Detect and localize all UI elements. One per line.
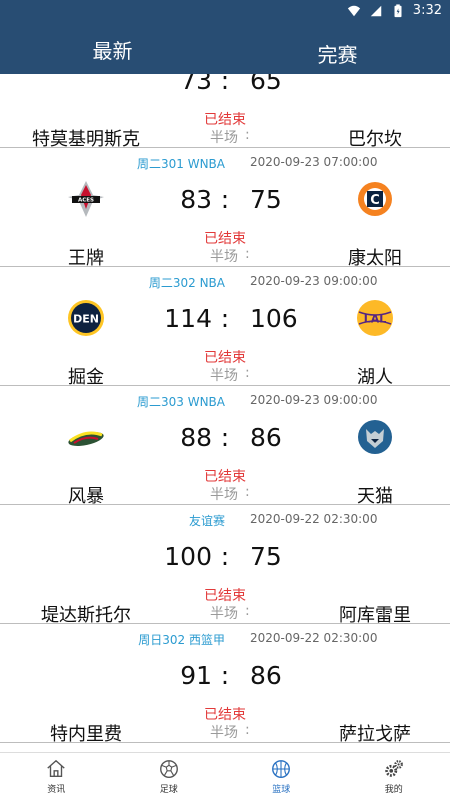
half-score: : <box>245 127 250 143</box>
home-team: 王牌 <box>68 248 104 269</box>
nav-mine[interactable]: 我的 <box>338 753 450 800</box>
away-team: 巴尔坎 <box>348 129 402 150</box>
away-score: 65 <box>250 74 282 95</box>
home-score: 83 <box>180 185 212 214</box>
match-row[interactable]: 友谊赛 2020-09-22 02:30:00 100 : 75 已结束 半场 … <box>0 506 450 626</box>
league-label: 周日302 西篮甲 <box>138 633 225 647</box>
score: 83 : 75 <box>0 185 450 217</box>
half-label: 半场 <box>210 249 238 265</box>
soccer-ball-icon <box>159 760 178 778</box>
match-datetime: 2020-09-22 02:30:00 <box>250 631 378 645</box>
league-label: 友谊赛 <box>188 514 225 528</box>
match-row[interactable]: 周日302 西篮甲 2020-09-22 02:30:00 91 : 86 已结… <box>0 625 450 745</box>
score: 114 : 106 <box>0 304 450 336</box>
half-label: 半场 <box>210 725 238 741</box>
half-label: 半场 <box>210 487 238 503</box>
tab-latest-label: 最新 <box>92 38 133 63</box>
home-score: 100 <box>164 542 212 571</box>
away-score: 86 <box>250 661 282 690</box>
tab-latest[interactable]: 最新 <box>0 24 225 74</box>
tab-finished-label: 完赛 <box>317 42 358 67</box>
home-team: 掘金 <box>68 367 104 388</box>
score: 73 : 65 <box>0 74 450 98</box>
top-tab-bar: 最新 完赛 <box>0 24 450 74</box>
league-label: 周二303 WNBA <box>136 395 225 409</box>
score: 91 : 86 <box>0 661 450 693</box>
status-time: 3:32 <box>412 3 442 18</box>
match-row[interactable]: 周二302 NBA 2020-09-23 09:00:00 DEN LAL 11… <box>0 268 450 388</box>
half-score: : <box>245 603 250 619</box>
away-score: 86 <box>250 423 282 452</box>
match-row[interactable]: 周二301 WNBA 2020-09-23 07:00:00 ACES C 83… <box>0 149 450 269</box>
nav-mine-label: 我的 <box>384 785 403 795</box>
league-label: 周二301 WNBA <box>136 157 225 171</box>
home-score: 88 <box>180 423 212 452</box>
half-score: : <box>245 365 250 381</box>
match-row[interactable]: 73 : 65 已结束 半场 : 特莫基明斯克 巴尔坎 <box>0 74 450 150</box>
home-team: 风暴 <box>68 486 104 507</box>
status-bar: 3:32 <box>0 0 450 24</box>
home-score: 114 <box>164 304 212 333</box>
nav-basketball[interactable]: 篮球 <box>225 753 338 800</box>
home-score: 91 <box>180 661 212 690</box>
score-separator: : <box>220 304 230 333</box>
away-score: 75 <box>250 542 282 571</box>
nav-basketball-label: 篮球 <box>272 785 291 795</box>
signal-icon <box>370 5 382 16</box>
wifi-icon <box>347 5 360 16</box>
nav-news-label: 资讯 <box>47 785 66 795</box>
home-team: 特内里费 <box>50 724 122 745</box>
match-datetime: 2020-09-23 09:00:00 <box>250 393 378 407</box>
away-team: 阿库雷里 <box>339 605 411 626</box>
match-row[interactable]: 周二303 WNBA 2020-09-23 09:00:00 88 : 86 已… <box>0 387 450 507</box>
score-separator: : <box>220 542 230 571</box>
match-datetime: 2020-09-23 07:00:00 <box>250 155 378 169</box>
away-score: 75 <box>250 185 282 214</box>
score-separator: : <box>220 74 230 95</box>
away-score: 106 <box>250 304 298 333</box>
nav-football-label: 足球 <box>159 785 178 795</box>
half-score: : <box>245 246 250 262</box>
gears-icon <box>385 760 403 777</box>
score-separator: : <box>220 661 230 690</box>
half-score: : <box>245 722 250 738</box>
match-datetime: 2020-09-23 09:00:00 <box>250 274 378 288</box>
league-label: 周二302 NBA <box>148 276 225 290</box>
home-team: 特莫基明斯克 <box>32 129 140 150</box>
away-team: 康太阳 <box>348 248 402 269</box>
bottom-nav: 资讯 足球 篮球 我的 <box>0 752 450 800</box>
home-icon <box>47 759 65 778</box>
match-list[interactable]: 73 : 65 已结束 半场 : 特莫基明斯克 巴尔坎 周二301 WNBA 2… <box>0 74 450 752</box>
home-score: 73 <box>180 74 212 95</box>
score-separator: : <box>220 185 230 214</box>
match-datetime: 2020-09-22 02:30:00 <box>250 512 378 526</box>
away-team: 湖人 <box>357 367 393 388</box>
tab-finished[interactable]: 完赛 <box>225 24 450 74</box>
score: 100 : 75 <box>0 542 450 574</box>
home-team: 堤达斯托尔 <box>41 605 131 626</box>
battery-icon <box>394 3 402 17</box>
half-score: : <box>245 484 250 500</box>
nav-news[interactable]: 资讯 <box>0 753 113 800</box>
half-label: 半场 <box>210 130 238 146</box>
half-label: 半场 <box>210 606 238 622</box>
score-separator: : <box>220 423 230 452</box>
score: 88 : 86 <box>0 423 450 455</box>
away-team: 天猫 <box>357 486 393 507</box>
away-team: 萨拉戈萨 <box>339 724 411 745</box>
nav-football[interactable]: 足球 <box>113 753 226 800</box>
half-label: 半场 <box>210 368 238 384</box>
basketball-icon <box>272 760 291 778</box>
